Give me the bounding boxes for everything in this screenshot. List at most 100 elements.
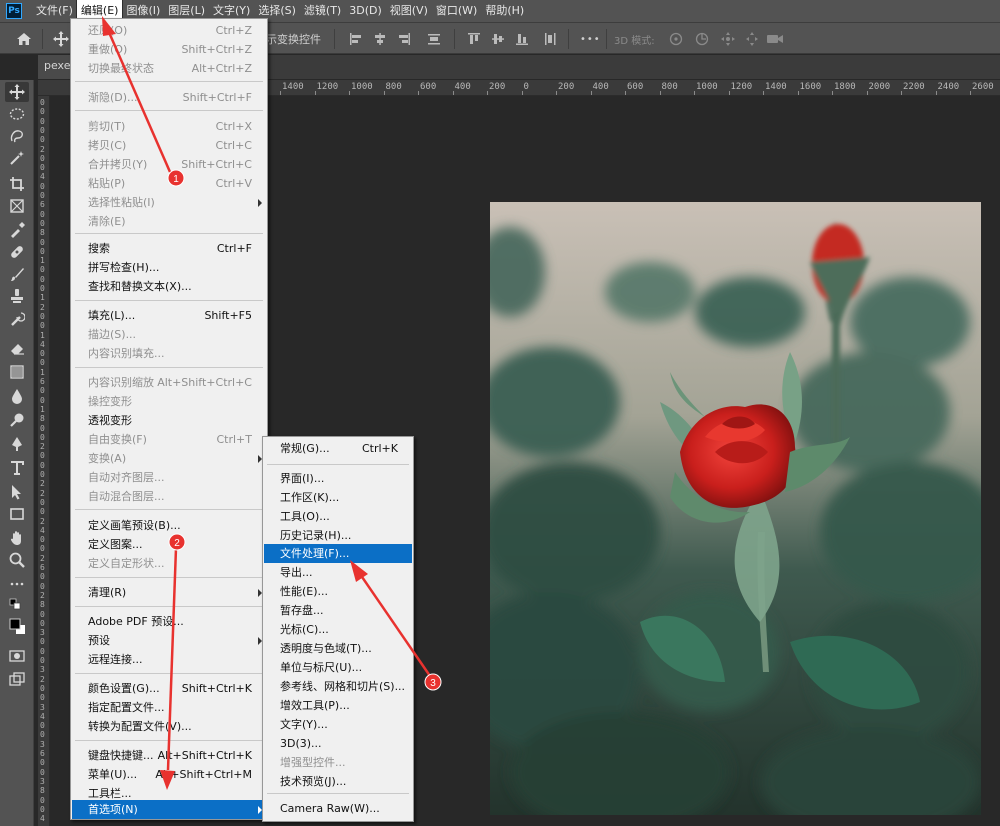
vertical-ruler[interactable]: 0000020040060080010001200140016001800200… <box>38 96 50 826</box>
type-tool-icon[interactable] <box>5 458 29 478</box>
edit-menu-item[interactable]: 菜单(U)... Alt+Shift+Ctrl+M <box>72 765 266 784</box>
prefs-menu-item[interactable]: 工作区(K)... <box>264 488 412 507</box>
menu-filter[interactable]: 滤镜(T) <box>300 0 345 22</box>
edit-menu-item[interactable]: 渐隐(D)... Shift+Ctrl+F <box>72 88 266 107</box>
brush-tool-icon[interactable] <box>5 264 29 284</box>
quick-mask-icon[interactable] <box>5 646 29 666</box>
edit-menu-item[interactable]: 自动对齐图层... <box>72 468 266 487</box>
color-swatches-icon[interactable] <box>5 616 29 636</box>
magic-wand-tool-icon[interactable] <box>5 148 29 168</box>
gradient-tool-icon[interactable] <box>5 362 29 382</box>
edit-menu-item[interactable]: 搜索 Ctrl+F <box>72 239 266 258</box>
edit-menu-item[interactable]: 指定配置文件... <box>72 698 266 717</box>
prefs-menu-item[interactable]: 参考线、网格和切片(S)... <box>264 677 412 696</box>
pen-tool-icon[interactable] <box>5 434 29 454</box>
prefs-menu-item[interactable]: 增效工具(P)... <box>264 696 412 715</box>
edit-menu-item[interactable]: 拼写检查(H)... <box>72 258 266 277</box>
edit-menu-item[interactable]: 变换(A) <box>72 449 266 468</box>
prefs-menu-item[interactable]: 3D(3)... <box>264 734 412 753</box>
dodge-tool-icon[interactable] <box>5 410 29 430</box>
prefs-menu-item[interactable]: Camera Raw(W)... <box>264 799 412 818</box>
edit-menu-item[interactable]: 重做(O) Shift+Ctrl+Z <box>72 40 266 59</box>
edit-menu-item[interactable]: 内容识别填充... <box>72 344 266 363</box>
3d-pan-icon[interactable] <box>720 30 736 48</box>
blur-tool-icon[interactable] <box>5 386 29 406</box>
frame-tool-icon[interactable] <box>5 196 29 216</box>
prefs-menu-item[interactable]: 性能(E)... <box>264 582 412 601</box>
edit-menu-item[interactable]: 定义画笔预设(B)... <box>72 516 266 535</box>
edit-menu-item[interactable]: 操控变形 <box>72 392 266 411</box>
edit-menu-item[interactable]: 还原(O) Ctrl+Z <box>72 21 266 40</box>
eraser-tool-icon[interactable] <box>5 338 29 358</box>
align-middle-icon[interactable] <box>490 30 506 48</box>
align-left-icon[interactable] <box>348 30 364 48</box>
edit-menu-item[interactable]: 定义自定形状... <box>72 554 266 573</box>
screen-mode-icon[interactable] <box>5 670 29 690</box>
move-icon[interactable] <box>53 30 69 48</box>
prefs-menu-item[interactable]: 工具(O)... <box>264 507 412 526</box>
edit-menu-item[interactable]: 远程连接... <box>72 650 266 669</box>
healing-brush-tool-icon[interactable] <box>5 242 29 262</box>
3d-camera-icon[interactable] <box>766 30 784 48</box>
menu-help[interactable]: 帮助(H) <box>481 0 528 22</box>
edit-menu-item[interactable]: 选择性粘贴(I) <box>72 193 266 212</box>
prefs-menu-item[interactable]: 导出... <box>264 563 412 582</box>
align-bottom-icon[interactable] <box>514 30 530 48</box>
hand-tool-icon[interactable] <box>5 528 29 548</box>
edit-menu-item[interactable]: 透视变形 <box>72 411 266 430</box>
show-transform-controls-label[interactable]: 示变换控件 <box>266 30 321 48</box>
prefs-menu-item[interactable]: 界面(I)... <box>264 469 412 488</box>
edit-menu-item[interactable]: 自动混合图层... <box>72 487 266 506</box>
path-selection-tool-icon[interactable] <box>5 482 29 502</box>
document-tab[interactable]: pexel <box>38 55 74 79</box>
edit-menu-item[interactable]: 预设 <box>72 631 266 650</box>
edit-menu-item[interactable]: 键盘快捷键... Alt+Shift+Ctrl+K <box>72 746 266 765</box>
prefs-menu-item[interactable]: 单位与标尺(U)... <box>264 658 412 677</box>
prefs-menu-item[interactable]: 常规(G)... Ctrl+K <box>264 439 412 458</box>
more-options-button[interactable]: ••• <box>580 30 601 48</box>
more-tools-icon[interactable] <box>5 574 29 594</box>
prefs-menu-item[interactable]: 增强型控件... <box>264 753 412 772</box>
prefs-menu-item[interactable]: 光标(C)... <box>264 620 412 639</box>
prefs-menu-item[interactable]: 历史记录(H)... <box>264 526 412 545</box>
align-right-icon[interactable] <box>396 30 412 48</box>
clone-stamp-tool-icon[interactable] <box>5 286 29 306</box>
distribute-icon[interactable] <box>426 30 442 48</box>
edit-menu-item[interactable]: 描边(S)... <box>72 325 266 344</box>
move-tool-icon[interactable] <box>5 82 29 102</box>
rectangle-tool-icon[interactable] <box>5 504 29 524</box>
default-colors-icon[interactable] <box>5 596 29 616</box>
edit-menu-item[interactable]: 转换为配置文件(V)... <box>72 717 266 736</box>
crop-tool-icon[interactable] <box>5 174 29 194</box>
edit-menu-item[interactable]: 定义图案... <box>72 535 266 554</box>
3d-slide-icon[interactable] <box>744 30 760 48</box>
edit-menu-item[interactable]: 内容识别缩放 Alt+Shift+Ctrl+C <box>72 373 266 392</box>
prefs-menu-item[interactable]: 文件处理(F)... <box>264 544 412 563</box>
menu-view[interactable]: 视图(V) <box>386 0 432 22</box>
prefs-menu-item[interactable]: 文字(Y)... <box>264 715 412 734</box>
lasso-tool-icon[interactable] <box>5 126 29 146</box>
edit-menu-item[interactable]: 粘贴(P) Ctrl+V <box>72 174 266 193</box>
edit-menu-item[interactable]: 合并拷贝(Y) Shift+Ctrl+C <box>72 155 266 174</box>
edit-menu-item[interactable]: 自由变换(F) Ctrl+T <box>72 430 266 449</box>
zoom-tool-icon[interactable] <box>5 550 29 570</box>
edit-menu-item[interactable]: 拷贝(C) Ctrl+C <box>72 136 266 155</box>
edit-menu-item[interactable]: 填充(L)... Shift+F5 <box>72 306 266 325</box>
align-top-icon[interactable] <box>466 30 482 48</box>
edit-menu-item[interactable]: 切换最终状态 Alt+Ctrl+Z <box>72 59 266 78</box>
3d-roll-icon[interactable] <box>694 30 710 48</box>
prefs-menu-item[interactable]: 技术预览(J)... <box>264 772 412 791</box>
edit-menu-item[interactable]: 颜色设置(G)... Shift+Ctrl+K <box>72 679 266 698</box>
prefs-menu-item[interactable]: 透明度与色域(T)... <box>264 639 412 658</box>
edit-menu-item[interactable]: 清理(R) <box>72 583 266 602</box>
align-center-icon[interactable] <box>372 30 388 48</box>
edit-menu-item[interactable]: Adobe PDF 预设... <box>72 612 266 631</box>
edit-menu-item[interactable]: 首选项(N) <box>72 800 266 819</box>
prefs-menu-item[interactable]: 暂存盘... <box>264 601 412 620</box>
3d-orbit-icon[interactable] <box>668 30 684 48</box>
marquee-tool-icon[interactable] <box>5 104 29 124</box>
history-brush-tool-icon[interactable] <box>5 310 29 330</box>
edit-menu-item[interactable]: 清除(E) <box>72 212 266 231</box>
menu-3d[interactable]: 3D(D) <box>345 0 386 22</box>
home-icon[interactable] <box>16 30 32 48</box>
